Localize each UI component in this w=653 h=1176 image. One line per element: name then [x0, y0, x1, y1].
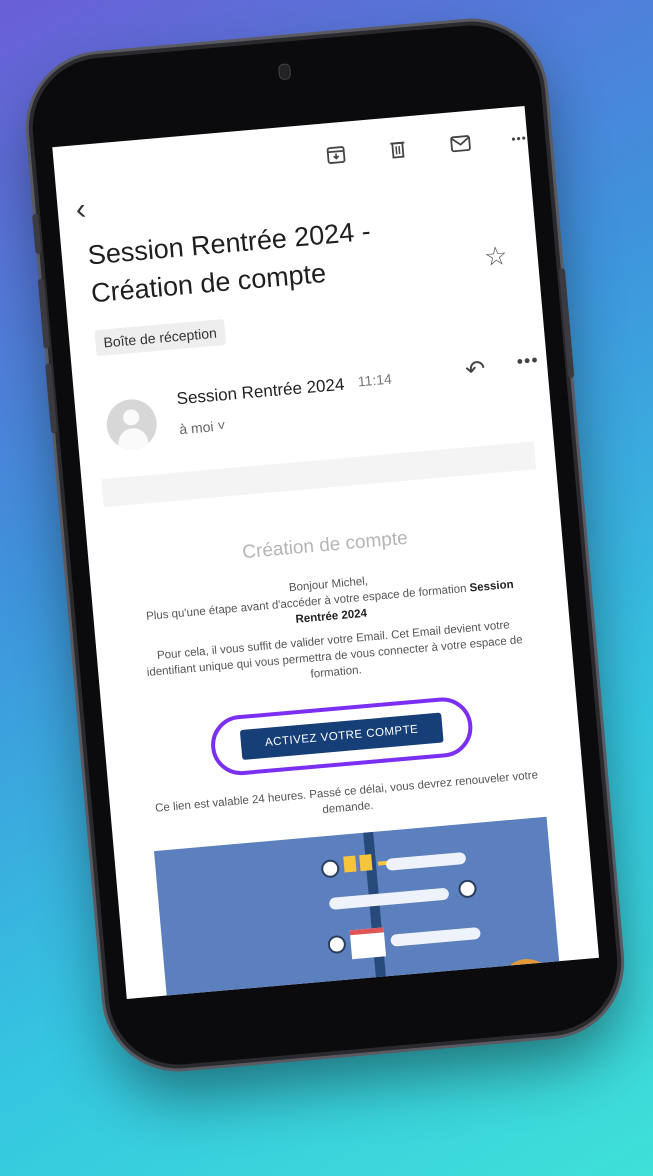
phone-mockup: ••• ‹ Session Rentrée 2024 - Création de…	[26, 19, 624, 1071]
avatar-body	[117, 427, 149, 452]
inbox-label[interactable]: Boîte de réception	[94, 318, 226, 357]
message-body: Bonjour Michel, Plus qu'une étape avant …	[132, 560, 534, 706]
email-subject: Session Rentrée 2024 - Création de compt…	[86, 200, 511, 312]
illustration-avatar	[320, 859, 340, 879]
activate-account-button[interactable]: ACTIVEZ VOTRE COMPTE	[239, 712, 444, 761]
avatar-head	[122, 408, 140, 427]
archive-icon[interactable]	[325, 144, 347, 170]
more-icon[interactable]: •••	[510, 128, 528, 149]
message-header-band	[101, 441, 537, 508]
recipient-toggle[interactable]: à moi ˅	[179, 417, 227, 437]
trash-icon[interactable]	[387, 138, 409, 164]
illustration-chat-bubble	[385, 851, 467, 871]
email-time: 11:14	[357, 370, 393, 390]
cta-highlight-ring: ACTIVEZ VOTRE COMPTE	[208, 694, 475, 778]
illustration-document	[343, 855, 357, 873]
front-camera	[277, 63, 292, 81]
sender-name: Session Rentrée 2024	[175, 374, 346, 409]
email-screen: ••• ‹ Session Rentrée 2024 - Création de…	[52, 105, 600, 1000]
illustration-document	[359, 854, 373, 872]
star-icon[interactable]: ☆	[483, 240, 509, 273]
mail-icon[interactable]	[449, 133, 473, 159]
illustration-chat-bubble	[328, 887, 450, 910]
avatar	[104, 397, 159, 452]
reply-icon[interactable]: ↶	[464, 354, 487, 385]
illustration-window	[349, 927, 387, 960]
message-more-icon[interactable]: •••	[516, 350, 540, 373]
back-icon[interactable]: ‹	[74, 193, 87, 227]
illustration-avatar	[327, 934, 347, 955]
illustration-chat-bubble	[390, 926, 481, 947]
illustration-avatar	[457, 879, 478, 899]
